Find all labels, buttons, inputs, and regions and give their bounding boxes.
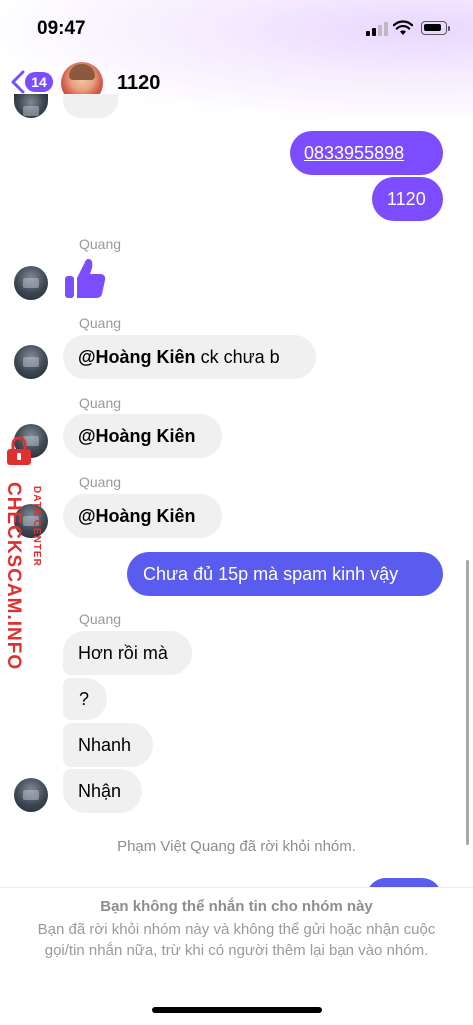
thumbs-up-icon[interactable] xyxy=(63,256,107,300)
sender-name: Quang xyxy=(79,611,122,627)
status-bar: 09:47 xyxy=(0,0,473,60)
outgoing-phone-bubble[interactable]: 0833955898 xyxy=(290,131,443,175)
chat-title[interactable]: 1120 xyxy=(117,72,160,95)
incoming-bubble[interactable]: Nhận xyxy=(63,769,142,813)
sender-avatar[interactable] xyxy=(14,266,48,300)
message-text: Hơn rồi mà xyxy=(78,643,168,663)
message-text: ? xyxy=(79,689,90,709)
unread-count-badge[interactable]: 14 xyxy=(25,72,53,92)
signal-icon xyxy=(366,22,388,36)
system-message: Phạm Việt Quang đã rời khỏi nhóm. xyxy=(117,838,356,855)
home-indicator[interactable] xyxy=(152,1007,322,1013)
blocked-composer-notice: Bạn không thể nhắn tin cho nhóm này Bạn … xyxy=(0,887,473,1025)
watermark-subtext: DATA CENTER xyxy=(31,486,42,567)
message-text: Nhận xyxy=(78,781,122,801)
notice-body: Bạn đã rời khỏi nhóm này và không thể gử… xyxy=(37,921,436,959)
incoming-bubble[interactable]: ? xyxy=(63,678,107,720)
incoming-bubble[interactable]: @Hoàng Kiên xyxy=(63,414,222,458)
sender-avatar[interactable] xyxy=(14,345,48,379)
battery-icon xyxy=(421,21,450,35)
mention-tag[interactable]: @Hoàng Kiên xyxy=(78,506,196,526)
incoming-bubble[interactable]: @Hoàng Kiên xyxy=(63,494,222,538)
watermark: CHECKSCAM.INFO DATA CENTER xyxy=(2,436,52,670)
lock-icon xyxy=(7,436,31,465)
outgoing-1120-bubble[interactable]: 1120 xyxy=(372,177,443,221)
partial-incoming-bubble xyxy=(63,94,118,118)
notice-title: Bạn không thể nhắn tin cho nhóm này xyxy=(100,898,373,915)
status-time: 09:47 xyxy=(37,18,86,39)
mention-tag[interactable]: @Hoàng Kiên xyxy=(78,426,196,446)
message-text: Chưa đủ 15p mà spam kinh vậy xyxy=(143,564,399,584)
sender-name: Quang xyxy=(79,315,122,331)
phone-link[interactable]: 0833955898 xyxy=(304,143,404,163)
incoming-bubble[interactable]: Nhanh xyxy=(63,723,153,767)
sender-avatar[interactable] xyxy=(14,778,48,812)
back-chevron-icon[interactable] xyxy=(10,70,26,94)
scrollbar[interactable] xyxy=(466,560,469,845)
sender-name: Quang xyxy=(79,474,122,490)
wifi-icon xyxy=(393,20,413,35)
sender-name: Quang xyxy=(79,395,122,411)
sender-name: Quang xyxy=(79,236,122,252)
incoming-bubble[interactable]: @Hoàng Kiên ck chưa b xyxy=(63,335,316,379)
outgoing-spam-bubble[interactable]: Chưa đủ 15p mà spam kinh vậy xyxy=(127,552,443,596)
message-text: Nhanh xyxy=(78,735,132,755)
watermark-text: CHECKSCAM.INFO xyxy=(3,482,24,671)
message-text: ck chưa b xyxy=(195,347,280,367)
mention-tag[interactable]: @Hoàng Kiên xyxy=(78,347,196,367)
incoming-bubble[interactable]: Hơn rồi mà xyxy=(63,631,192,675)
message-text: 1120 xyxy=(387,189,426,209)
